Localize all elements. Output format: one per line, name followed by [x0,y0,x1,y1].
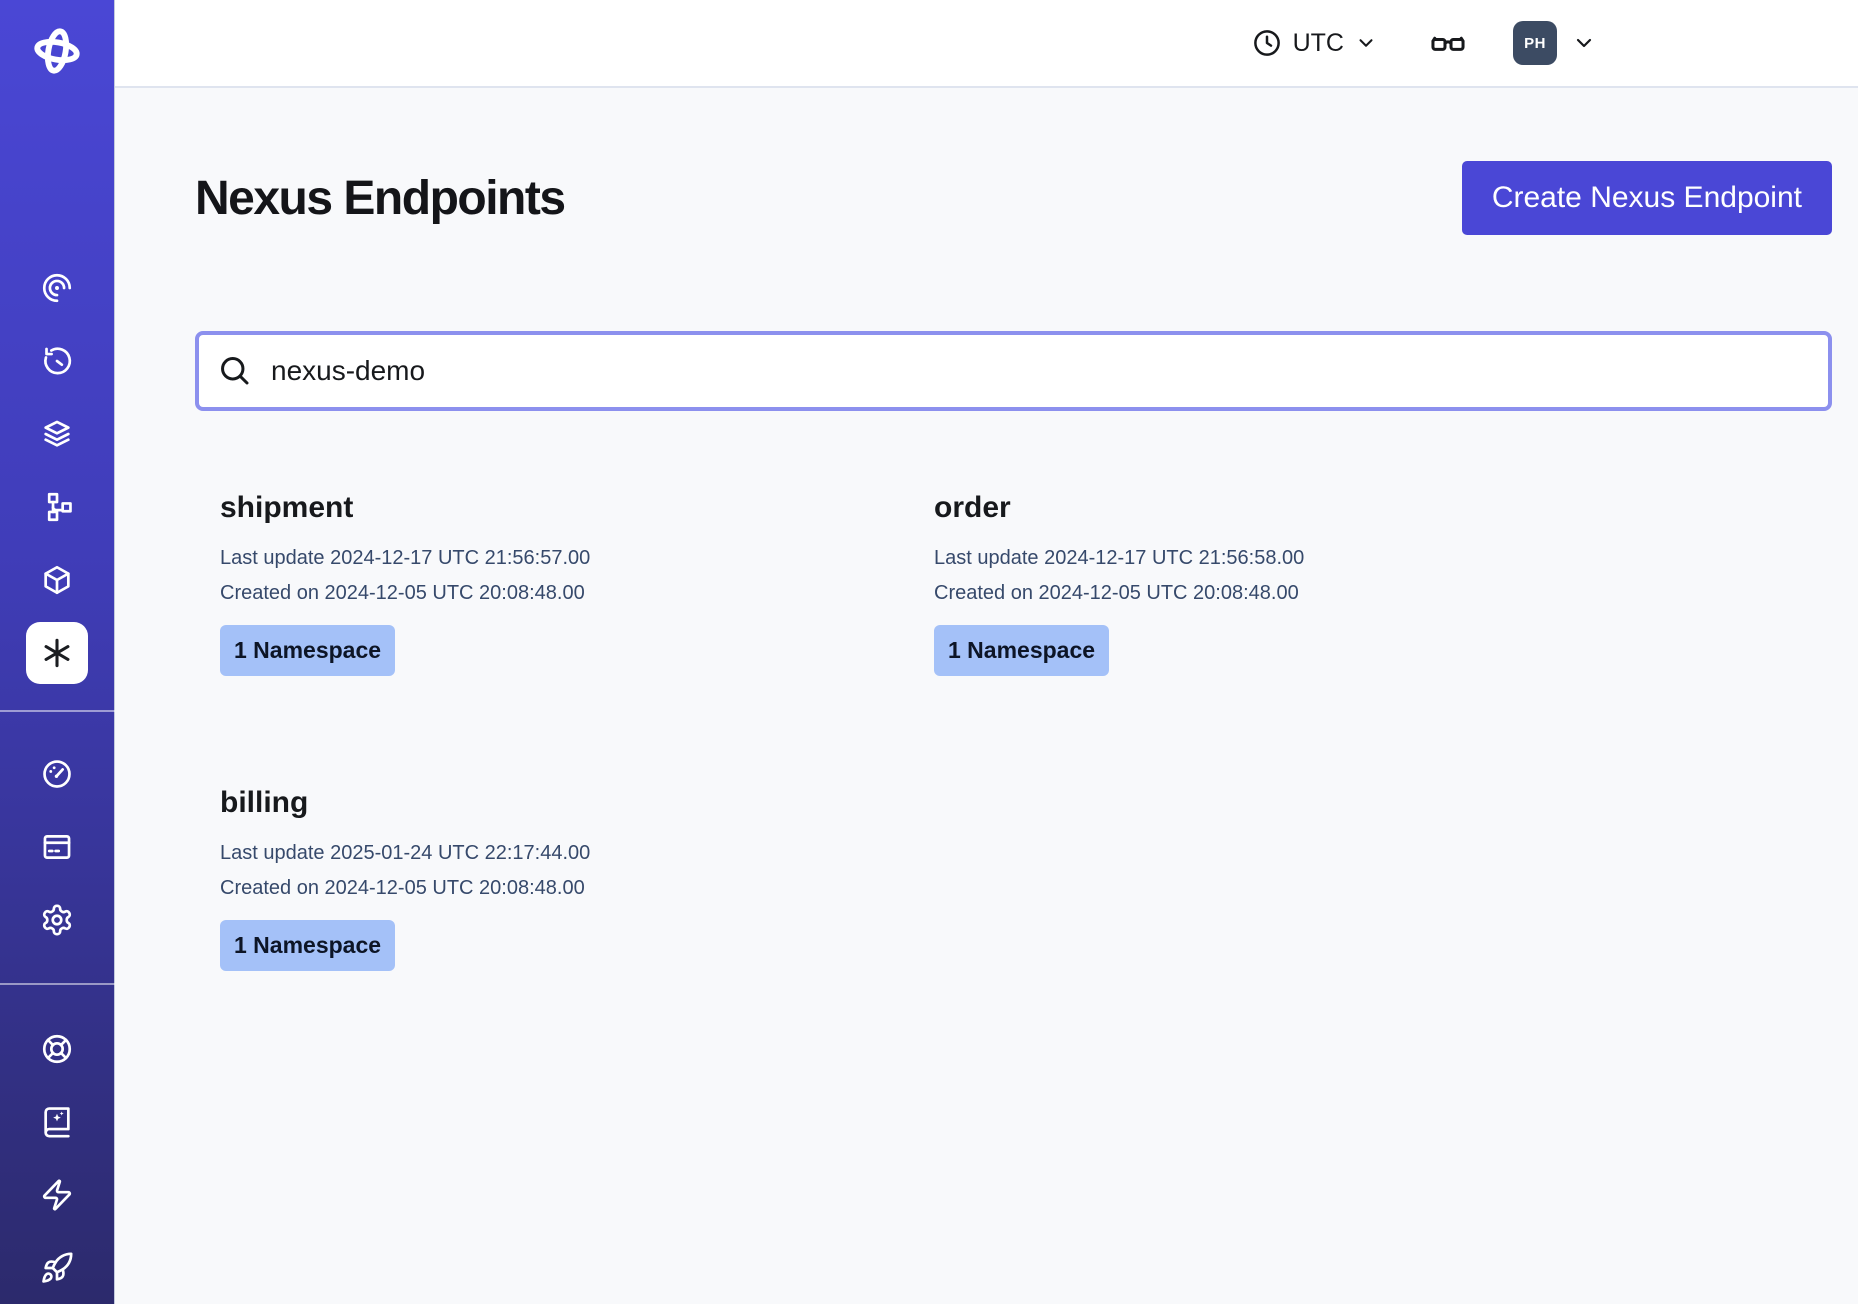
namespace-badge: 1 Namespace [934,625,1109,676]
timer-icon [40,344,74,378]
spiral-icon [40,271,74,305]
sidebar-nav-primary [0,251,114,689]
created-on-label: Created on [220,582,319,604]
sidebar [0,0,115,1304]
timezone-selector[interactable]: UTC [1252,28,1377,58]
endpoint-last-update: Last update 2024-12-17 UTC 21:56:58.00 [934,541,1624,576]
magnifier-icon [217,353,253,389]
endpoint-name: billing [220,786,910,820]
gauge-icon [40,757,74,791]
topbar: UTC PH [115,0,1858,88]
sidebar-divider [0,983,115,985]
endpoint-created-on: Created on 2024-12-05 UTC 20:08:48.00 [220,871,910,906]
lightning-bolt-icon [40,1178,74,1212]
endpoint-last-update: Last update 2025-01-24 UTC 22:17:44.00 [220,836,910,871]
created-on-label: Created on [220,877,319,899]
main-area: UTC PH Nexus Endpoints Create Nexus [115,0,1858,1304]
search-input[interactable] [269,354,1810,388]
endpoint-created-on: Created on 2024-12-05 UTC 20:08:48.00 [934,576,1624,611]
endpoint-card-shipment[interactable]: shipment Last update 2024-12-17 UTC 21:5… [220,491,910,676]
namespace-badge: 1 Namespace [220,625,395,676]
page-header: Nexus Endpoints Create Nexus Endpoint [195,161,1832,235]
sidebar-item-support[interactable] [0,1012,114,1085]
sidebar-item-docs[interactable] [0,1085,114,1158]
cube-icon [40,563,74,597]
selected-item-highlight [26,622,88,684]
endpoint-name: order [934,491,1624,525]
sidebar-item-timer[interactable] [0,324,114,397]
sidebar-item-feedback[interactable] [0,1158,114,1231]
last-update-label: Last update [220,547,325,569]
chevron-down-icon [1572,31,1596,55]
browser-window-icon [40,830,74,864]
sidebar-item-nexus[interactable] [0,616,114,689]
avatar: PH [1513,21,1557,65]
sidebar-item-layers[interactable] [0,397,114,470]
sidebar-item-getting-started[interactable] [0,1231,114,1304]
temporal-logo[interactable] [28,22,86,80]
created-on-value: 2024-12-05 UTC 20:08:48.00 [325,582,585,604]
account-menu[interactable]: PH [1513,21,1596,65]
last-update-value: 2024-12-17 UTC 21:56:58.00 [1044,547,1304,569]
asterisk-icon [41,637,73,669]
clock-icon [1252,28,1282,58]
namespace-badge: 1 Namespace [220,920,395,971]
sidebar-item-cube[interactable] [0,543,114,616]
created-on-label: Created on [934,582,1033,604]
endpoint-card-billing[interactable]: billing Last update 2025-01-24 UTC 22:17… [220,786,910,971]
sidebar-item-branch-nodes[interactable] [0,470,114,543]
create-nexus-endpoint-button[interactable]: Create Nexus Endpoint [1462,161,1832,235]
endpoint-name: shipment [220,491,910,525]
layers-icon [40,417,74,451]
endpoint-created-on: Created on 2024-12-05 UTC 20:08:48.00 [220,576,910,611]
sidebar-item-settings[interactable] [0,883,114,956]
sidebar-divider [0,710,115,712]
created-on-value: 2024-12-05 UTC 20:08:48.00 [1039,582,1299,604]
timezone-label: UTC [1293,29,1344,58]
search-box [195,331,1832,411]
endpoint-card-grid: shipment Last update 2024-12-17 UTC 21:5… [220,491,1832,971]
rocket-icon [40,1251,74,1285]
last-update-label: Last update [934,547,1039,569]
chevron-down-icon [1355,32,1377,54]
gear-icon [40,903,74,937]
last-update-value: 2024-12-17 UTC 21:56:57.00 [330,547,590,569]
sidebar-item-spiral[interactable] [0,251,114,324]
sidebar-nav-help [0,1012,114,1304]
page-title: Nexus Endpoints [195,171,565,226]
created-on-value: 2024-12-05 UTC 20:08:48.00 [325,877,585,899]
endpoint-last-update: Last update 2024-12-17 UTC 21:56:57.00 [220,541,910,576]
sidebar-item-gauge[interactable] [0,737,114,810]
lifebuoy-icon [40,1032,74,1066]
last-update-label: Last update [220,842,325,864]
sidebar-item-browser-window[interactable] [0,810,114,883]
labs-toggle[interactable] [1429,24,1467,62]
last-update-value: 2025-01-24 UTC 22:17:44.00 [330,842,590,864]
glasses-icon [1429,24,1467,62]
endpoint-card-order[interactable]: order Last update 2024-12-17 UTC 21:56:5… [934,491,1624,676]
page-content: Nexus Endpoints Create Nexus Endpoint sh… [115,88,1858,971]
sidebar-nav-account [0,737,114,956]
branch-nodes-icon [40,490,74,524]
sparkle-book-icon [40,1105,74,1139]
